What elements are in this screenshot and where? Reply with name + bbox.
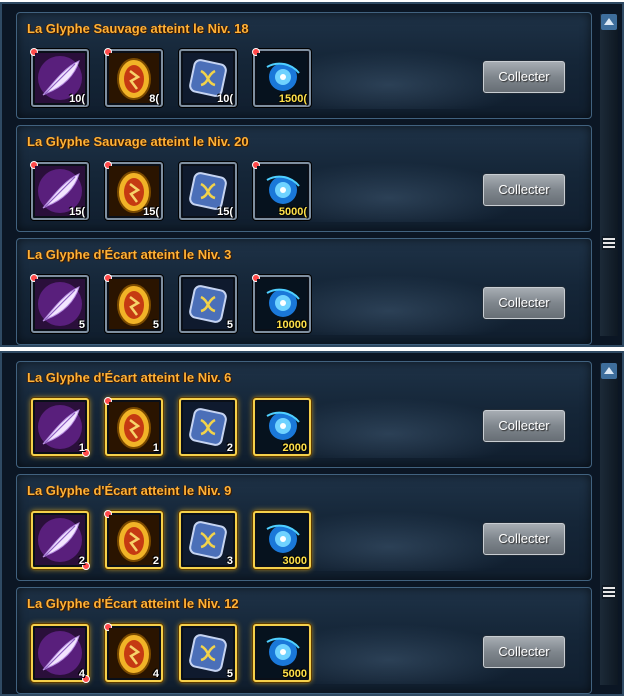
egg-icon [109,515,159,565]
feather-icon [35,515,85,565]
reward-item-egg[interactable]: 2 [104,510,163,569]
collect-button[interactable]: Collecter [483,523,565,555]
reward-item-rune[interactable]: 3 [179,511,237,569]
egg-icon [109,628,159,678]
item-quantity: 5 [226,668,233,680]
item-quantity: 2 [152,555,159,567]
item-quantity: 2 [226,442,233,454]
reward-title: La Glyphe d'Écart atteint le Niv. 6 [27,370,232,385]
item-quantity: 2000 [282,442,307,454]
item-quantity: 4 [78,668,85,680]
reward-title: La Glyphe d'Écart atteint le Niv. 3 [27,247,232,262]
item-quantity: 3000 [282,555,307,567]
item-quantity: 5 [78,319,85,331]
reward-items: 2 2 3 3000 [31,510,311,570]
item-quantity: 15( [69,206,85,218]
item-quantity: 10( [217,93,233,105]
collect-button[interactable]: Collecter [483,636,565,668]
rewards-panel-top: La Glyphe Sauvage atteint le Niv. 18 10(… [0,2,624,347]
item-quantity: 1 [78,442,85,454]
rune-icon [183,628,233,678]
reward-items: 4 4 5 5000 [31,623,311,683]
reward-row: La Glyphe d'Écart atteint le Niv. 3 5 5 … [16,238,592,345]
reward-item-energy[interactable]: 3000 [253,511,311,569]
reward-item-egg[interactable]: 15( [104,161,163,220]
collect-button[interactable]: Collecter [483,410,565,442]
reward-title: La Glyphe Sauvage atteint le Niv. 20 [27,134,249,149]
reward-item-energy[interactable]: 1500( [252,48,311,107]
reward-title: La Glyphe Sauvage atteint le Niv. 18 [27,21,249,36]
feather-icon [35,402,85,452]
reward-title: La Glyphe d'Écart atteint le Niv. 9 [27,483,232,498]
item-quantity: 8( [149,93,159,105]
item-quantity: 5000 [282,668,307,680]
reward-item-rune[interactable]: 2 [179,398,237,456]
item-quantity: 1500( [278,93,307,105]
item-quantity: 2 [78,555,85,567]
reward-items: 10( 8( 10( 1500( [30,48,311,107]
reward-item-egg[interactable]: 4 [104,623,163,682]
reward-item-energy[interactable]: 2000 [253,398,311,456]
collect-button[interactable]: Collecter [483,61,565,93]
reward-item-egg[interactable]: 5 [104,274,163,333]
scrollbar[interactable] [600,363,618,685]
reward-item-egg[interactable]: 1 [104,397,163,456]
rewards-list: La Glyphe d'Écart atteint le Niv. 6 1 1 … [16,361,592,700]
rewards-panel-bottom: La Glyphe d'Écart atteint le Niv. 6 1 1 … [0,351,624,696]
egg-icon [109,279,159,329]
reward-item-rune[interactable]: 5 [179,624,237,682]
reward-row: La Glyphe d'Écart atteint le Niv. 12 4 4… [16,587,592,694]
reward-row: La Glyphe d'Écart atteint le Niv. 9 2 2 … [16,474,592,581]
collect-button[interactable]: Collecter [483,174,565,206]
item-quantity: 10( [69,93,85,105]
rewards-list: La Glyphe Sauvage atteint le Niv. 18 10(… [16,12,592,351]
scroll-thumb-grip-icon[interactable] [602,585,616,599]
reward-items: 5 5 5 10000 [30,274,311,333]
reward-item-energy[interactable]: 5000( [252,161,311,220]
item-quantity: 5 [152,319,159,331]
reward-item-feather[interactable]: 1 [31,398,90,457]
reward-item-feather[interactable]: 4 [31,624,90,683]
reward-item-rune[interactable]: 5 [179,275,237,333]
item-quantity: 15( [143,206,159,218]
reward-row: La Glyphe d'Écart atteint le Niv. 6 1 1 … [16,361,592,468]
reward-item-rune[interactable]: 15( [179,162,237,220]
item-quantity: 3 [226,555,233,567]
reward-item-feather[interactable]: 2 [31,511,90,570]
reward-title: La Glyphe d'Écart atteint le Niv. 12 [27,596,239,611]
scroll-thumb-grip-icon[interactable] [602,236,616,250]
scroll-up-arrow-icon[interactable] [601,363,617,379]
rune-icon [183,515,233,565]
reward-item-energy[interactable]: 5000 [253,624,311,682]
item-quantity: 15( [217,206,233,218]
item-quantity: 1 [152,442,159,454]
rune-icon [183,279,233,329]
item-quantity: 4 [152,668,159,680]
item-quantity: 5 [226,319,233,331]
scroll-up-arrow-icon[interactable] [601,14,617,30]
reward-items: 15( 15( 15( 5000( [30,161,311,220]
reward-item-feather[interactable]: 5 [30,274,89,333]
scrollbar[interactable] [600,14,618,336]
item-quantity: 10000 [276,319,307,331]
reward-item-egg[interactable]: 8( [104,48,163,107]
feather-icon [35,628,85,678]
reward-item-feather[interactable]: 15( [30,161,89,220]
reward-items: 1 1 2 2000 [31,397,311,457]
reward-item-rune[interactable]: 10( [179,49,237,107]
reward-item-feather[interactable]: 10( [30,48,89,107]
feather-icon [35,279,85,329]
reward-row: La Glyphe Sauvage atteint le Niv. 18 10(… [16,12,592,119]
egg-icon [109,402,159,452]
reward-item-energy[interactable]: 10000 [252,274,311,333]
rune-icon [183,402,233,452]
item-quantity: 5000( [278,206,307,218]
reward-row: La Glyphe Sauvage atteint le Niv. 20 15(… [16,125,592,232]
collect-button[interactable]: Collecter [483,287,565,319]
